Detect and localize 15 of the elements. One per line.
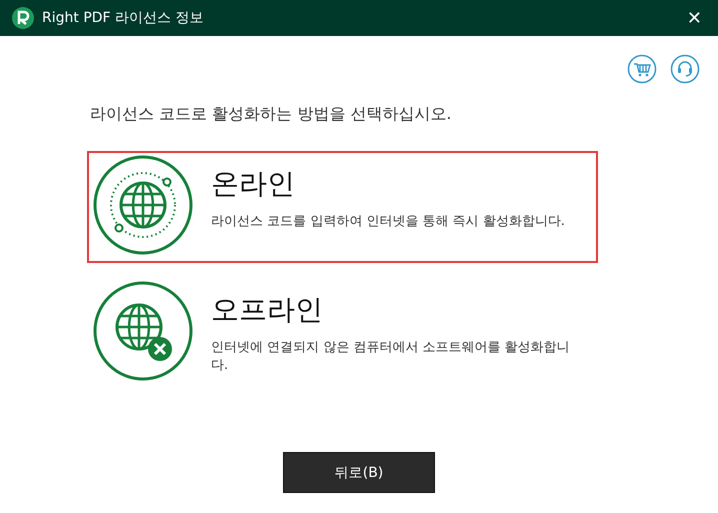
close-button[interactable]: ✕ [682,8,706,28]
window-title: Right PDF 라이선스 정보 [42,9,204,27]
option-title: 온라인 [211,166,296,202]
app-logo-icon [12,7,34,29]
cart-icon[interactable] [627,54,657,84]
instruction-text: 라이선스 코드로 활성화하는 방법을 선택하십시오. [90,104,452,125]
option-description: 라이선스 코드를 입력하여 인터넷을 통해 즉시 활성화합니다. [211,213,566,231]
globe-offline-icon [93,281,193,381]
option-card[interactable]: 온라인 라이선스 코드를 입력하여 인터넷을 통해 즉시 활성화합니다. [87,151,598,263]
headset-icon[interactable] [670,54,700,84]
option-description: 인터넷에 연결되지 않은 컴퓨터에서 소프트웨어를 활성화합니다. [211,339,571,374]
globe-icon [93,155,193,255]
back-button[interactable]: 뒤로(B) [283,452,435,493]
option-card[interactable]: 오프라인 인터넷에 연결되지 않은 컴퓨터에서 소프트웨어를 활성화합니다. [87,277,598,389]
option-title: 오프라인 [211,292,324,328]
